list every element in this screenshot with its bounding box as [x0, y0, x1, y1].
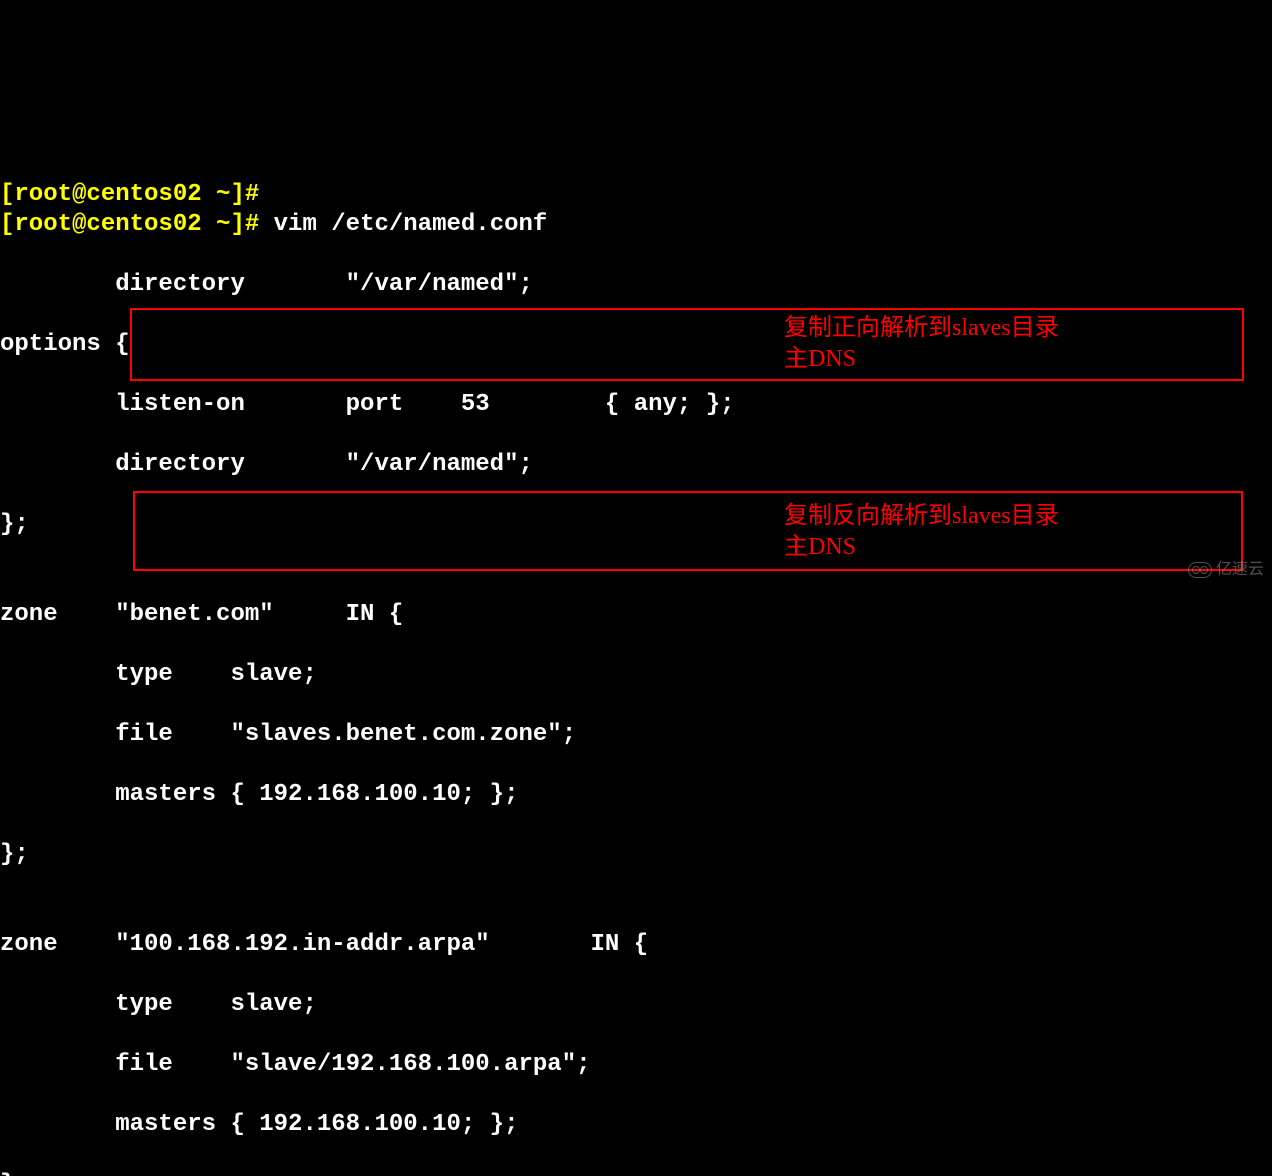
config-line: directory "/var/named"; [0, 270, 1272, 300]
annotation-text-reverse: 复制反向解析到slaves目录 主DNS [784, 501, 1144, 563]
config-line: zone "100.168.192.in-addr.arpa" IN { [0, 930, 1272, 960]
config-line: listen-on port 53 { any; }; [0, 390, 1272, 420]
shell-prompt: [root@centos02 ~]# [0, 211, 274, 238]
config-line: }; [0, 840, 1272, 870]
annotation-text-forward: 复制正向解析到slaves目录 主DNS [784, 313, 1144, 375]
watermark-icon [1188, 562, 1212, 578]
annotation-line: 复制正向解析到slaves目录 [784, 315, 1059, 341]
annotation-line: 主DNS [784, 534, 856, 560]
annotation-line: 主DNS [784, 346, 856, 372]
config-line: masters { 192.168.100.10; }; [0, 1110, 1272, 1140]
watermark: 亿速云 [1188, 560, 1264, 580]
config-line: }; [0, 1170, 1272, 1176]
config-line: file "slaves.benet.com.zone"; [0, 720, 1272, 750]
config-line: masters { 192.168.100.10; }; [0, 780, 1272, 810]
config-line: file "slave/192.168.100.arpa"; [0, 1050, 1272, 1080]
prompt-partial: [root@centos02 ~]# [0, 180, 1272, 210]
watermark-text: 亿速云 [1216, 560, 1264, 580]
config-line: directory "/var/named"; [0, 450, 1272, 480]
command-text: vim /etc/named.conf [274, 211, 548, 238]
terminal-window: [root@centos02 ~]#[root@centos02 ~]# vim… [0, 120, 1272, 1176]
config-line: zone "benet.com" IN { [0, 600, 1272, 630]
config-line: type slave; [0, 990, 1272, 1020]
annotation-line: 复制反向解析到slaves目录 [784, 503, 1059, 529]
config-line: type slave; [0, 660, 1272, 690]
